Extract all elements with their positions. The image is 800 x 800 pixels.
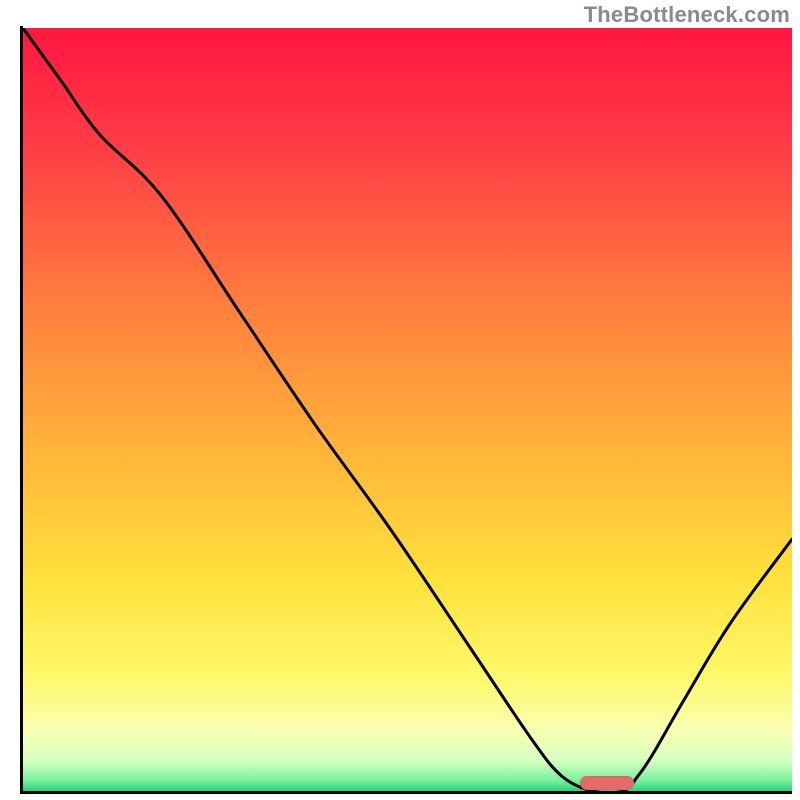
x-axis [20, 791, 792, 794]
gradient-plot [0, 0, 800, 800]
optimal-range-marker [580, 776, 634, 790]
gradient-area [23, 28, 792, 791]
watermark-text: TheBottleneck.com [584, 2, 790, 28]
chart-container: { "watermark": "TheBottleneck.com", "col… [0, 0, 800, 800]
y-axis [20, 26, 23, 794]
